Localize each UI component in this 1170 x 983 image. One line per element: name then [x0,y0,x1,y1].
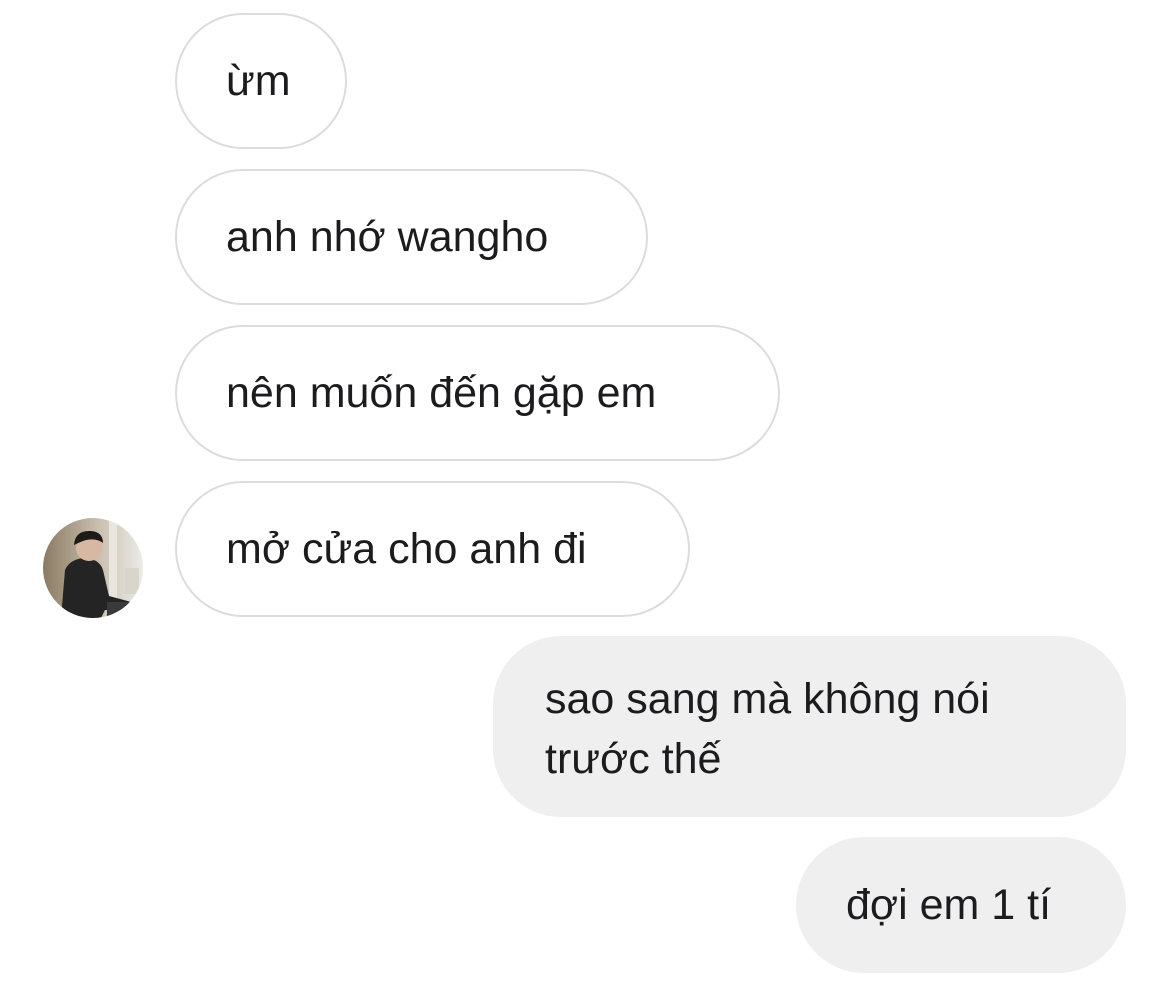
message-text: mở cửa cho anh đi [226,525,587,573]
message-text: sao sang mà không nói trước thế [545,675,990,783]
message-text: anh nhớ wangho [226,213,549,261]
message-bubble-incoming[interactable]: mở cửa cho anh đi [175,481,690,617]
message-bubble-outgoing[interactable]: đợi em 1 tí [796,837,1126,973]
message-bubble-incoming[interactable]: nên muốn đến gặp em [175,325,780,461]
message-bubble-outgoing[interactable]: sao sang mà không nói trước thế [493,636,1126,817]
contact-photo-icon [43,518,143,618]
message-text: nên muốn đến gặp em [226,369,657,417]
message-text: ừm [226,57,291,105]
sender-avatar[interactable] [43,518,143,618]
message-bubble-incoming[interactable]: anh nhớ wangho [175,169,648,305]
message-text: đợi em 1 tí [846,881,1052,929]
message-bubble-incoming[interactable]: ừm [175,13,347,149]
